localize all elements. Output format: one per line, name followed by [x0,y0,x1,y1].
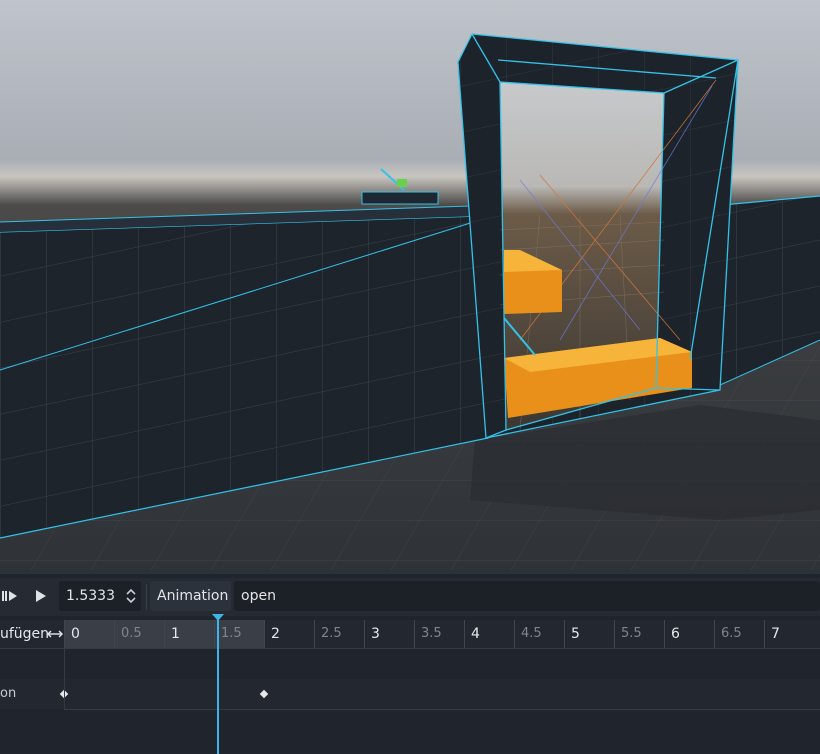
ruler-tick: 3.5 [414,620,442,648]
ruler-tick: 6 [664,620,680,648]
ruler-tick: 4 [464,620,480,648]
keyframe[interactable] [259,689,269,699]
scene-render [0,0,820,570]
animation-name-select[interactable]: open [234,581,820,611]
ruler-tick: 3 [364,620,380,648]
track-row[interactable]: on [0,679,820,709]
time-spinbox[interactable]: 1.5333 [59,581,141,611]
animation-menu-button[interactable]: Animation [150,581,231,611]
playhead-handle[interactable] [212,614,225,621]
ruler-tick: 0.5 [114,620,142,648]
ruler-tick: 4.5 [514,620,542,648]
spinner-arrows-icon[interactable] [126,588,136,604]
ruler-tick: 6.5 [714,620,742,648]
ruler-tick: 2.5 [314,620,342,648]
animation-toolbar: 1.5333 Animation open [0,578,820,616]
play-button[interactable] [30,582,52,610]
animation-menu-label: Animation [157,588,229,604]
ruler-tick: 2 [264,620,280,648]
time-ruler[interactable]: ufügen 0 0.5 1 1.5 2 2.5 3 3.5 4 4.5 5 5.5 6 6.5 7 [0,620,820,649]
play-icon [36,590,46,602]
ruler-tick: 5.5 [614,620,642,648]
animation-timeline: ufügen 0 0.5 1 1.5 2 2.5 3 3.5 4 4.5 5 5.5 6 6.5 7 on [0,614,820,754]
track-list: on [0,649,820,753]
ruler-tick: 0 [64,620,80,648]
3d-viewport[interactable] [0,0,820,570]
track-row-empty [0,649,820,679]
ruler-tick: 5 [564,620,580,648]
toolbar-divider [146,584,147,610]
playhead[interactable] [212,614,225,754]
play-from-start-icon [2,591,17,601]
animation-panel: 1.5333 Animation open ufügen 0 0.5 1 1.5 2 2.… [0,570,820,754]
add-track-button[interactable]: ufügen [0,620,49,648]
horizontal-arrows-icon[interactable] [47,629,63,639]
panel-splitter[interactable] [0,570,820,574]
animation-name: open [241,588,276,604]
track-start-line [64,649,65,710]
track-divider [64,709,820,710]
ruler-tick: 7 [764,620,780,648]
time-value: 1.5333 [66,588,115,604]
ruler-tick: 1 [164,620,180,648]
play-from-start-button[interactable] [0,582,20,610]
track-label: on [0,686,17,701]
